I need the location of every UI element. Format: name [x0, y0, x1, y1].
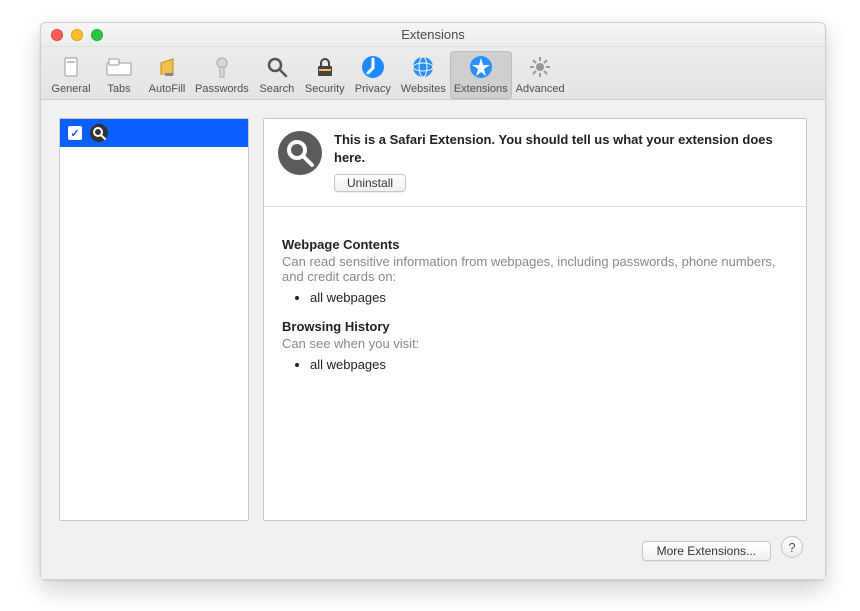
tab-passwords[interactable]: Passwords — [191, 51, 253, 99]
title-bar: Extensions — [41, 23, 825, 47]
passwords-icon — [208, 53, 236, 81]
tab-label: Websites — [401, 83, 446, 95]
preferences-window: Extensions General Tabs AutoFill Passwor… — [40, 22, 826, 580]
permission-item: all webpages — [310, 290, 788, 305]
tab-advanced[interactable]: Advanced — [512, 51, 569, 99]
tab-label: Search — [259, 83, 294, 95]
permission-section-subtitle: Can see when you visit: — [282, 336, 788, 351]
permission-section-subtitle: Can read sensitive information from webp… — [282, 254, 788, 284]
permission-item: all webpages — [310, 357, 788, 372]
uninstall-button[interactable]: Uninstall — [334, 174, 406, 192]
tab-security[interactable]: Security — [301, 51, 349, 99]
more-extensions-button[interactable]: More Extensions... — [642, 541, 771, 561]
tab-label: Security — [305, 83, 345, 95]
extensions-sidebar: ✓ — [59, 118, 249, 521]
content-area: ✓ This is a Safari Extension. You should… — [41, 100, 825, 579]
tab-autofill[interactable]: AutoFill — [143, 51, 191, 99]
extension-permissions: Webpage Contents Can read sensitive info… — [264, 207, 806, 398]
extension-description: This is a Safari Extension. You should t… — [334, 131, 792, 166]
tab-privacy[interactable]: Privacy — [349, 51, 397, 99]
security-icon — [311, 53, 339, 81]
tab-label: General — [51, 83, 90, 95]
extensions-icon — [467, 53, 495, 81]
autofill-icon — [153, 53, 181, 81]
tab-extensions[interactable]: Extensions — [450, 51, 512, 99]
websites-icon — [409, 53, 437, 81]
permission-section-title: Webpage Contents — [282, 237, 788, 252]
tab-websites[interactable]: Websites — [397, 51, 450, 99]
extension-large-icon — [278, 131, 322, 175]
advanced-icon — [526, 53, 554, 81]
preferences-toolbar: General Tabs AutoFill Passwords Search — [41, 47, 825, 100]
extension-enabled-checkbox[interactable]: ✓ — [68, 126, 82, 140]
window-title: Extensions — [41, 27, 825, 42]
tab-label: Privacy — [355, 83, 391, 95]
general-icon — [57, 53, 85, 81]
tab-label: AutoFill — [149, 83, 186, 95]
tab-general[interactable]: General — [47, 51, 95, 99]
tab-tabs[interactable]: Tabs — [95, 51, 143, 99]
extension-item-icon — [90, 124, 108, 142]
tab-label: Tabs — [107, 83, 130, 95]
tab-label: Extensions — [454, 83, 508, 95]
permission-section-title: Browsing History — [282, 319, 788, 334]
tabs-icon — [105, 53, 133, 81]
tab-label: Advanced — [516, 83, 565, 95]
footer-bar: More Extensions... ? — [59, 533, 807, 561]
tab-label: Passwords — [195, 83, 249, 95]
privacy-icon — [359, 53, 387, 81]
help-button[interactable]: ? — [781, 536, 803, 558]
search-icon — [263, 53, 291, 81]
extension-detail-panel: This is a Safari Extension. You should t… — [263, 118, 807, 521]
extension-list-item[interactable]: ✓ — [60, 119, 248, 147]
tab-search[interactable]: Search — [253, 51, 301, 99]
